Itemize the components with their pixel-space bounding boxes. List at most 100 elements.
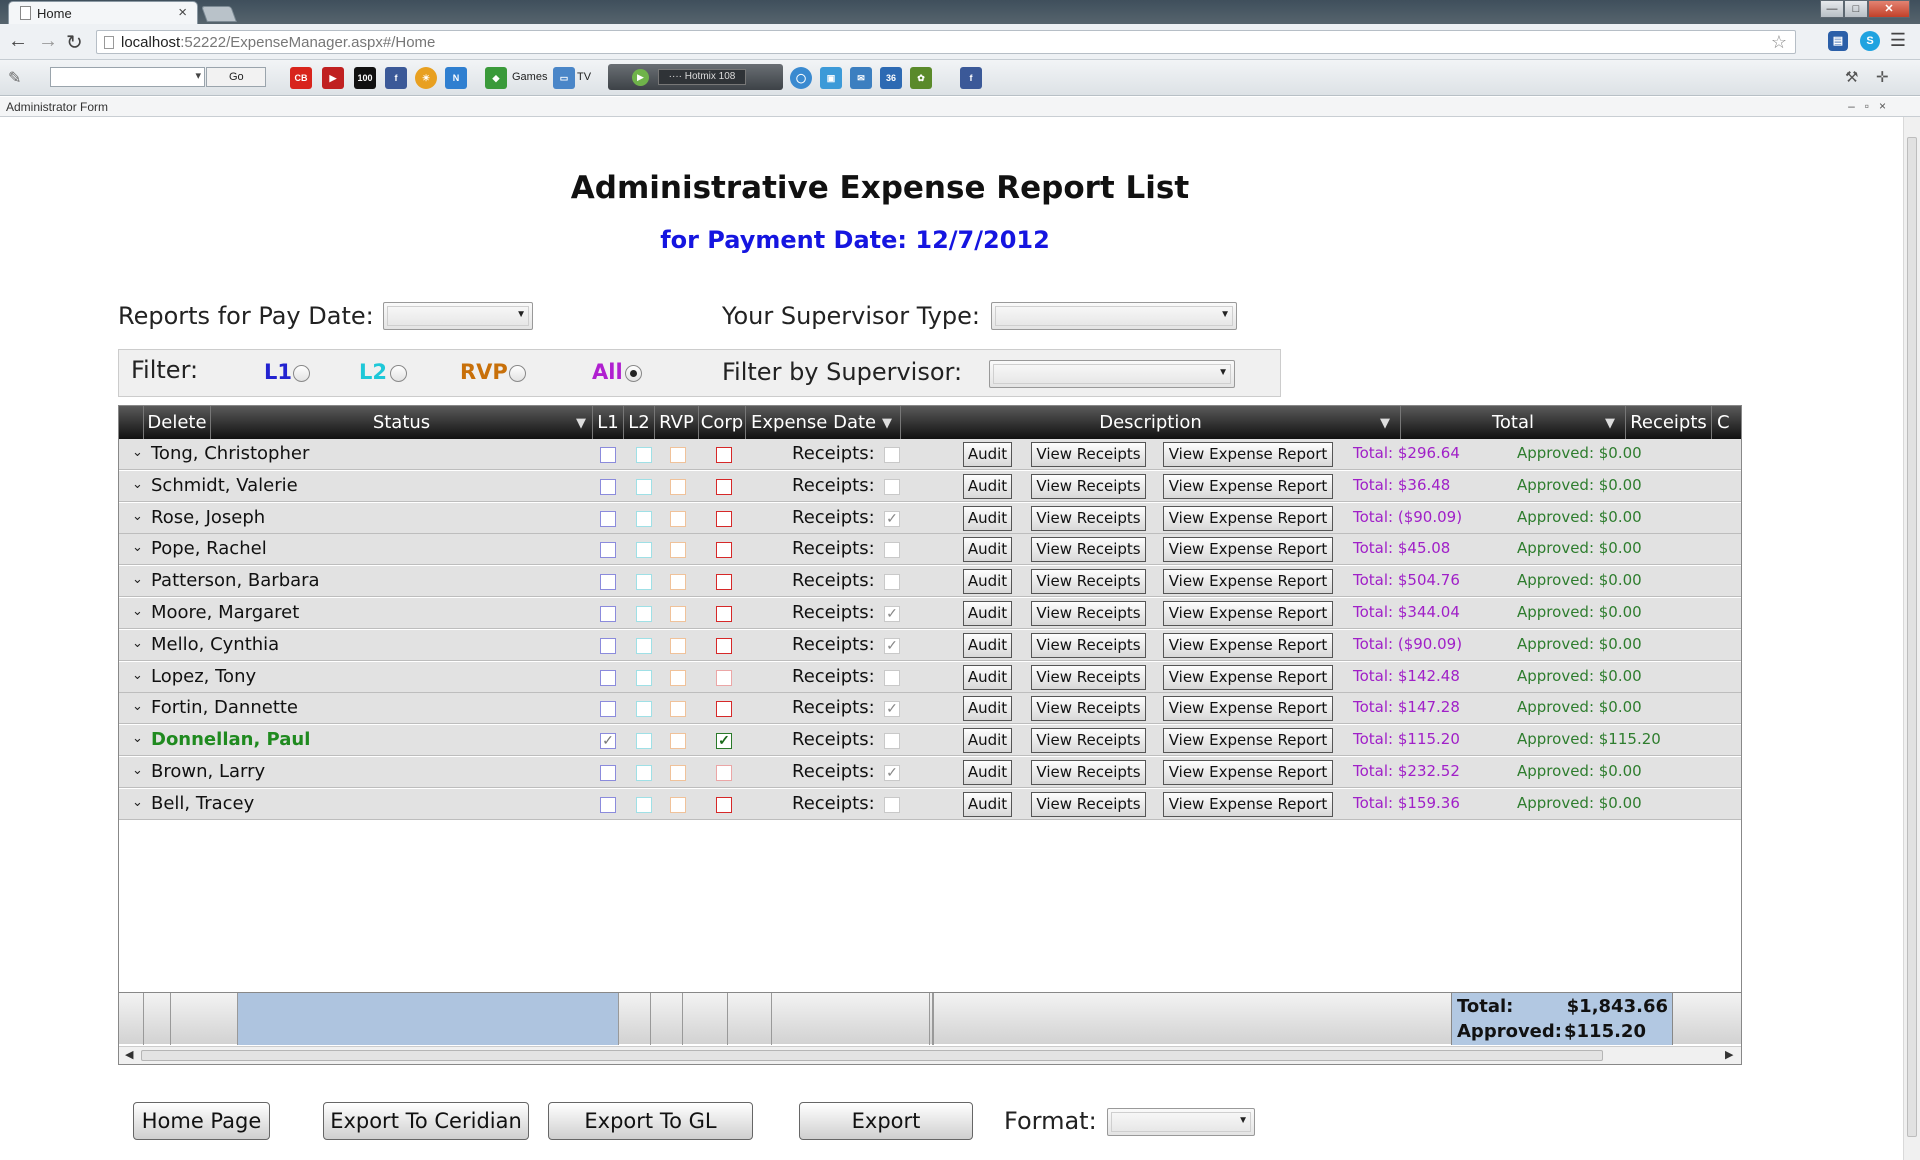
view-expense-report-button[interactable]: View Expense Report (1163, 664, 1333, 690)
filter-all-label[interactable]: All (592, 360, 623, 384)
facebook-notify-icon[interactable]: f (960, 67, 982, 89)
rvp-checkbox[interactable] (670, 606, 686, 622)
l1-checkbox[interactable] (600, 510, 616, 527)
audit-button[interactable]: Audit (963, 473, 1012, 499)
header-delete[interactable]: Delete (144, 406, 211, 439)
star-icon[interactable]: ☆ (1771, 32, 1787, 53)
table-row[interactable]: ⌄ Mello, Cynthia Receipts: ✓ Audit View Recei… (119, 629, 1741, 661)
url-input[interactable]: localhost:52222/ExpenseManager.aspx#/Hom… (96, 30, 1796, 54)
games-label[interactable]: Games (512, 71, 547, 83)
l1-checkbox[interactable] (600, 606, 616, 622)
rss-extension-icon[interactable]: ▤ (1828, 31, 1848, 51)
radio-station-label[interactable]: ···· Hotmix 108 (658, 69, 746, 85)
view-expense-report-button[interactable]: View Expense Report (1163, 791, 1333, 817)
news-icon[interactable]: N (445, 67, 467, 89)
filter-funnel-icon[interactable]: ▼ (576, 407, 586, 440)
l1-checkbox[interactable] (600, 542, 616, 559)
filter-rvp-label[interactable]: RVP (460, 360, 508, 384)
mail-icon[interactable]: ✉ (850, 67, 872, 89)
toolbar-search-input[interactable] (50, 67, 205, 87)
corp-checkbox[interactable] (716, 478, 732, 495)
chrome-menu-icon[interactable]: ☰ (1890, 30, 1906, 51)
grid-horizontal-scrollbar[interactable]: ◀ ▶ (119, 1046, 1741, 1064)
toolbar-go-button[interactable]: Go (206, 67, 266, 87)
view-expense-report-button[interactable]: View Expense Report (1163, 760, 1333, 785)
expand-row-icon[interactable]: ⌄ (132, 571, 143, 587)
expand-row-icon[interactable]: ⌄ (132, 476, 143, 492)
tv-icon[interactable]: ▭ (553, 67, 575, 89)
rvp-checkbox[interactable] (670, 733, 686, 750)
new-tab-button[interactable] (201, 6, 237, 22)
table-row[interactable]: ⌄ Lopez, Tony Receipts: Audit View Receipts V… (119, 661, 1741, 693)
forward-icon[interactable]: → (38, 30, 58, 53)
l2-checkbox[interactable] (636, 574, 652, 591)
filter-l2-radio[interactable] (390, 365, 407, 382)
audit-button[interactable]: Audit (963, 728, 1012, 754)
view-expense-report-button[interactable]: View Expense Report (1163, 632, 1333, 658)
view-expense-report-button[interactable]: View Expense Report (1163, 537, 1333, 563)
corp-checkbox[interactable] (716, 542, 732, 559)
receipts-checkbox[interactable]: ✓ (884, 701, 900, 718)
header-l2[interactable]: L2 (624, 406, 655, 439)
rvp-checkbox[interactable] (670, 510, 686, 527)
receipts-checkbox[interactable] (884, 733, 900, 750)
supervisor-type-select[interactable]: ▼ (991, 302, 1237, 330)
view-receipts-button[interactable]: View Receipts (1031, 505, 1146, 531)
l2-checkbox[interactable] (636, 701, 652, 718)
ladybug-icon[interactable]: ✿ (910, 67, 932, 89)
filter-funnel-icon[interactable]: ▼ (1605, 407, 1615, 440)
view-receipts-button[interactable]: View Receipts (1031, 664, 1146, 690)
header-l1[interactable]: L1 (593, 406, 624, 439)
corp-checkbox[interactable] (716, 510, 732, 527)
weather-icon[interactable]: ☀ (415, 67, 437, 89)
pay-date-select[interactable]: ▼ (383, 302, 533, 330)
document-window-controls[interactable]: –▫× (1848, 99, 1896, 113)
rvp-checkbox[interactable] (670, 796, 686, 813)
maximize-window-button[interactable]: □ (1844, 0, 1868, 18)
filter-supervisor-select[interactable]: ▼ (989, 360, 1235, 388)
filter-rvp-radio[interactable] (509, 365, 526, 382)
corp-checkbox[interactable] (716, 447, 732, 463)
corp-checkbox[interactable] (716, 796, 732, 813)
corp-checkbox[interactable] (716, 765, 732, 781)
export-button[interactable]: Export (799, 1102, 973, 1140)
table-row[interactable]: ⌄ Rose, Joseph Receipts: ✓ Audit View Receipt… (119, 502, 1741, 534)
audit-button[interactable]: Audit (963, 664, 1012, 690)
l2-checkbox[interactable] (636, 606, 652, 622)
filter-funnel-icon[interactable]: ▼ (882, 407, 892, 440)
l1-checkbox[interactable] (600, 637, 616, 654)
l2-checkbox[interactable] (636, 733, 652, 750)
l2-checkbox[interactable] (636, 542, 652, 559)
export-gl-button[interactable]: Export To GL (548, 1102, 753, 1140)
rvp-checkbox[interactable] (670, 447, 686, 463)
view-expense-report-button[interactable]: View Expense Report (1163, 569, 1333, 595)
scrollbar-thumb[interactable] (1907, 137, 1917, 1137)
export-ceridian-button[interactable]: Export To Ceridian (323, 1102, 529, 1140)
l2-checkbox[interactable] (636, 669, 652, 686)
l1-checkbox[interactable] (600, 447, 616, 463)
view-expense-report-button[interactable]: View Expense Report (1163, 728, 1333, 754)
view-expense-report-button[interactable]: View Expense Report (1163, 601, 1333, 626)
back-icon[interactable]: ← (8, 30, 28, 53)
header-rvp[interactable]: RVP (655, 406, 699, 439)
toolbar-options-icon[interactable]: ✛ (1876, 68, 1889, 86)
play-vids-icon[interactable]: ▶ (322, 67, 344, 89)
corp-checkbox[interactable] (716, 606, 732, 622)
view-receipts-button[interactable]: View Receipts (1031, 442, 1146, 467)
view-expense-report-button[interactable]: View Expense Report (1163, 696, 1333, 722)
view-receipts-button[interactable]: View Receipts (1031, 632, 1146, 658)
expand-row-icon[interactable]: ⌄ (132, 539, 143, 555)
format-select[interactable]: ▼ (1107, 1108, 1255, 1136)
home-page-button[interactable]: Home Page (133, 1102, 270, 1140)
view-expense-report-button[interactable]: View Expense Report (1163, 505, 1333, 531)
filter-l1-radio[interactable] (293, 365, 310, 382)
page-vertical-scrollbar[interactable] (1903, 117, 1920, 1160)
scrollbar-thumb[interactable] (141, 1050, 1603, 1061)
l1-checkbox[interactable] (600, 574, 616, 591)
filter-all-radio[interactable] (625, 365, 642, 382)
receipts-checkbox[interactable]: ✓ (884, 637, 900, 654)
header-description[interactable]: Description ▼ (901, 406, 1401, 439)
corp-checkbox[interactable] (716, 637, 732, 654)
l2-checkbox[interactable] (636, 447, 652, 463)
filter-funnel-icon[interactable]: ▼ (1380, 407, 1390, 440)
